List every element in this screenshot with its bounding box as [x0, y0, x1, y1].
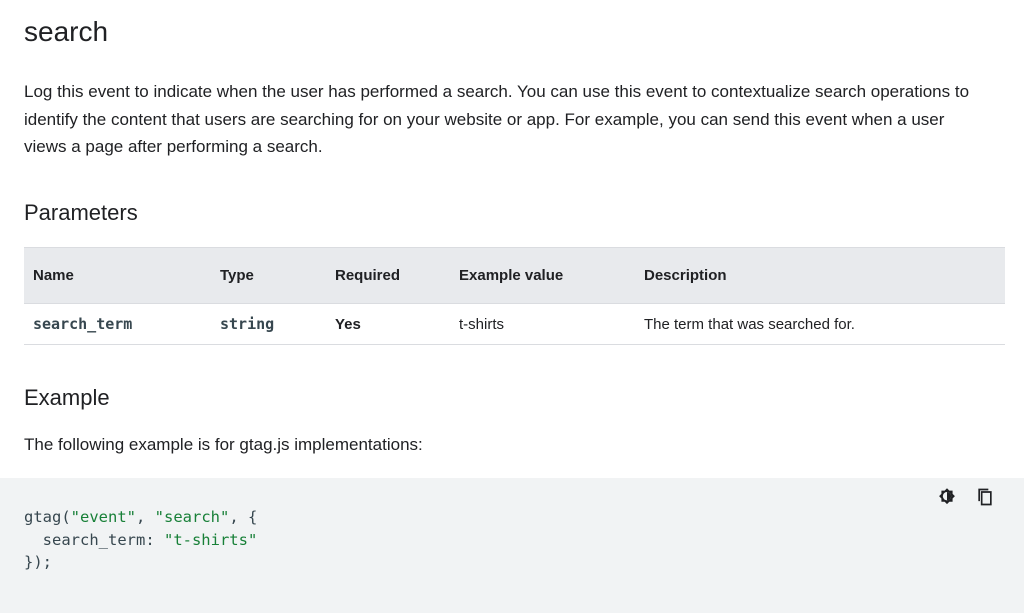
- code-string-event: "event": [70, 508, 136, 526]
- param-description-cell: The term that was searched for.: [635, 303, 1005, 345]
- code-fn: gtag(: [24, 508, 71, 526]
- table-header-row: Name Type Required Example value Descrip…: [24, 247, 1005, 304]
- example-heading: Example: [24, 385, 110, 410]
- code-string-search: "search": [154, 508, 230, 526]
- intro-paragraph: Log this event to indicate when the user…: [24, 82, 970, 156]
- documentation-page: search Log this event to indicate when t…: [0, 0, 1024, 613]
- code-close: });: [24, 553, 52, 571]
- code-block: gtag("event", "search", { search_term: "…: [0, 478, 1024, 613]
- code-snippet: gtag("event", "search", { search_term: "…: [24, 506, 257, 574]
- parameters-heading: Parameters: [24, 200, 138, 225]
- code-separator: ,: [136, 508, 155, 526]
- code-string-value: "t-shirts": [163, 530, 258, 549]
- copy-icon[interactable]: [974, 486, 996, 508]
- param-required-cell: Yes: [326, 303, 450, 345]
- column-header-example-value: Example value: [450, 247, 635, 304]
- param-type-cell: string: [211, 303, 326, 345]
- example-description: The following example is for gtag.js imp…: [24, 435, 423, 454]
- parameters-table: Name Type Required Example value Descrip…: [24, 247, 1005, 345]
- code-open-brace: , {: [229, 508, 258, 526]
- code-actions: [936, 486, 996, 508]
- param-example-cell: t-shirts: [450, 303, 635, 345]
- code-key: search_term:: [24, 530, 164, 549]
- column-header-type: Type: [211, 247, 326, 304]
- column-header-name: Name: [24, 247, 211, 304]
- table-row: search_term string Yes t-shirts The term…: [24, 303, 1005, 345]
- param-name-cell: search_term: [24, 303, 211, 345]
- column-header-required: Required: [326, 247, 450, 304]
- page-title: search: [24, 16, 109, 47]
- dark-mode-toggle-icon[interactable]: [936, 486, 958, 508]
- column-header-description: Description: [635, 247, 1005, 304]
